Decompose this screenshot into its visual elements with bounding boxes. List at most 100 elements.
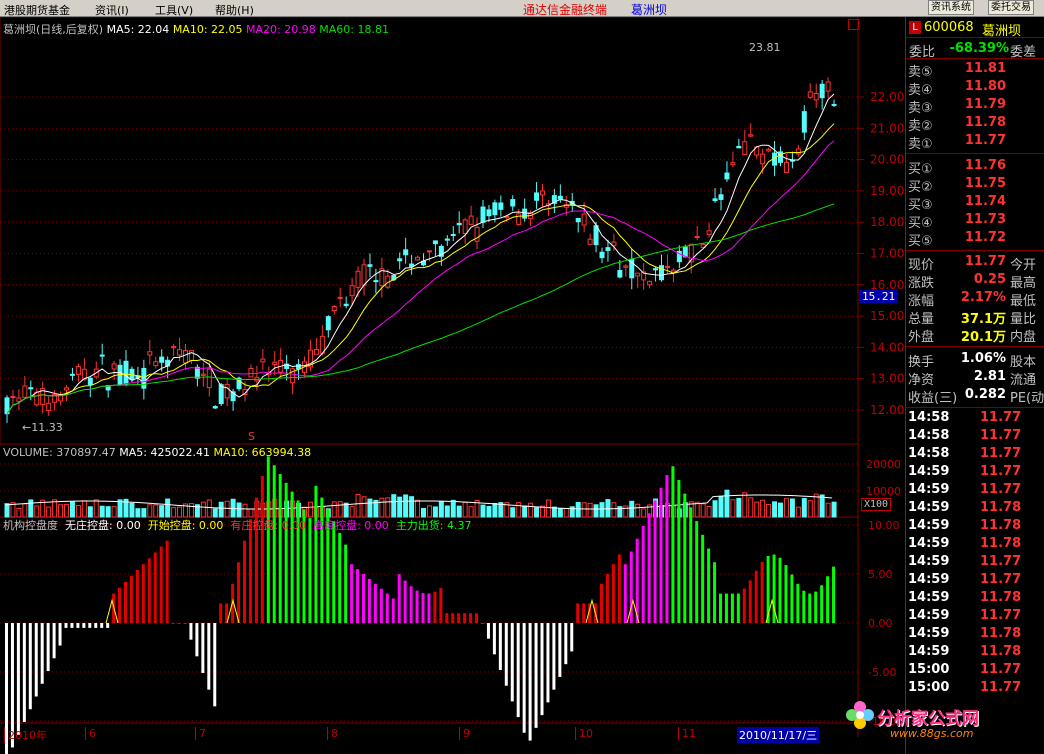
indicator-bar [659,487,663,623]
volume-bar [4,503,10,518]
candle-body [456,222,462,226]
indicator-bar [516,623,520,718]
ask-row: 卖③ 11.79 [906,97,1044,116]
indicator-bar [510,623,514,702]
volume-bar [93,499,99,518]
volume-bar [450,499,456,518]
stat-row: 总量 37.1万 量比 [906,308,1044,327]
indicator-bar [362,574,365,623]
tick-time: 14:59 [908,518,950,533]
stat-row-value: 0.25 [973,272,1006,287]
volume-bar [587,502,593,518]
price-tick-label: 17.00 [870,247,904,261]
tick-time: 15:00 [908,680,950,695]
candle-body [426,250,432,253]
stat-row-right-label: 今开 [1010,258,1037,273]
tick-row: 15:00 11.77 [906,662,1044,680]
volume-bar [492,502,498,518]
menu-tools[interactable]: 工具(V) [155,2,193,18]
indicator-bar [475,613,479,623]
x-tick-label: 10 [575,727,593,740]
volume-bar [22,503,28,518]
indicator-bar [832,566,836,623]
candle-body [397,258,403,262]
kline-chart-area[interactable]: 22.0021.0020.0019.0018.0017.0016.0015.00… [0,17,906,754]
indicator-bar [558,623,562,677]
indicator-bar [689,507,693,623]
tick-time: 14:59 [908,536,950,551]
tick-row: 15:00 11.77 [906,680,1044,698]
tick-price: 11.77 [980,572,1022,587]
indicator-bar [40,623,44,684]
signal-marker: S [248,430,255,443]
indicator-bar [653,500,657,623]
candle-body [75,366,81,375]
volume-bar [200,501,206,518]
indicator-bar [778,557,782,623]
tick-price: 11.77 [980,662,1022,677]
indicator-bar [58,623,62,646]
tick-row: 14:59 11.77 [906,554,1044,572]
volume-ma5: MA5: 425022.41 [119,446,210,459]
candle-body [325,316,331,331]
volume-bar [783,498,789,518]
ask-row-label: 卖④ [908,83,933,98]
volume-bar [403,494,409,518]
volume-bar [415,499,421,518]
candle-body [623,265,629,268]
indicator-bar [213,623,217,707]
indicator-tick-label: 0.00 [868,617,893,630]
ask-row-value: 11.81 [964,61,1006,76]
volume-bar [188,503,194,518]
indicator-bar [207,623,211,690]
candle-body [819,83,825,99]
volume-bar [575,501,581,518]
ask-row-value: 11.77 [964,133,1006,148]
indicator-bar [415,590,419,623]
tick-price: 11.77 [980,680,1022,695]
bid-row-value: 11.74 [964,194,1006,209]
candle-body [10,396,16,399]
candle-body [831,103,837,106]
candle-body [468,215,474,225]
candle-body [736,145,742,149]
stock-header: L 600068 葛洲坝 [906,19,1044,39]
indicator-bar [332,521,336,623]
stat2-row: 净资 2.81 流通 [906,369,1044,388]
indicator-bar [814,591,818,623]
volume-bar [599,502,605,518]
indicator-bar [647,513,651,623]
indicator-bar [141,564,145,623]
menu-help[interactable]: 帮助(H) [215,2,254,18]
bid-row-value: 11.75 [964,176,1006,191]
indicator-bar [82,623,86,628]
volume-bar [242,503,248,518]
news-system-button[interactable]: 资讯系统 [928,0,974,15]
volume-bar [105,506,111,518]
menu-news[interactable]: 资讯(I) [95,2,129,18]
indicator-bar [707,548,711,623]
volume-bar [355,493,361,518]
tick-row: 14:59 11.78 [906,626,1044,644]
volume-bar [795,506,801,518]
maximize-icon[interactable] [848,19,859,30]
price-tick-label: 22.00 [870,90,904,104]
volume-bar [432,506,438,518]
volume-bar [635,503,641,518]
order-button[interactable]: 委托交易 [988,0,1034,15]
indicator-bar [135,570,139,623]
stat-row-label: 涨幅 [908,294,935,309]
weicha-label: 委差 [1010,45,1037,60]
volume-bar [789,498,795,518]
volume-bar [706,506,712,518]
indicator-bar [433,591,437,623]
volume-bar [754,501,760,518]
indicator-bar [385,593,389,623]
stat-row-right-label: 量比 [1010,312,1037,327]
menu-hk-futures[interactable]: 港股期货基金 [4,2,70,18]
indicator-bar [719,593,722,623]
candlestick-series [4,77,837,423]
candle-body [635,272,641,277]
indicator-bar [153,552,157,623]
candle-body [480,206,486,223]
